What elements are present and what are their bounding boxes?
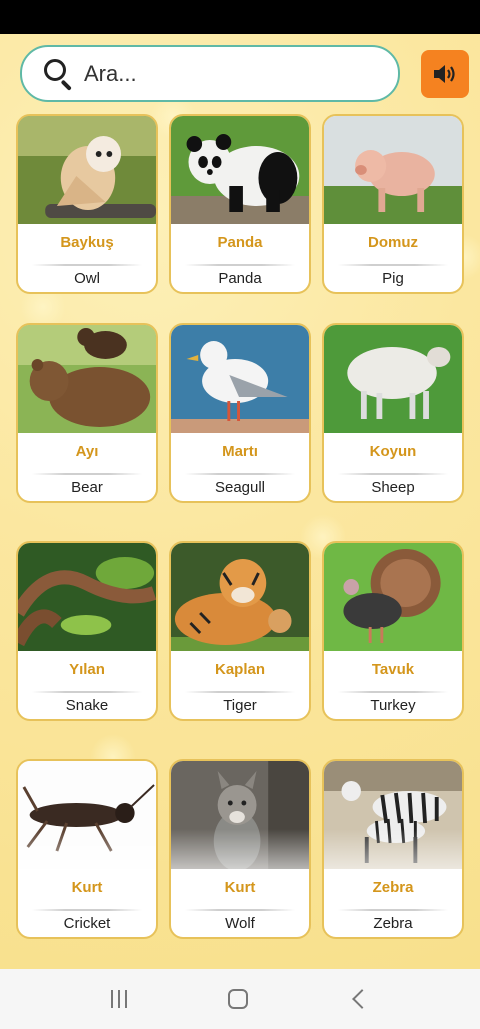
card-divider bbox=[185, 691, 295, 693]
card-wolf[interactable]: Kurt Wolf bbox=[169, 759, 311, 939]
zebra-image bbox=[324, 761, 462, 869]
recents-icon[interactable] bbox=[110, 990, 127, 1008]
card-tr-label: Panda bbox=[217, 234, 263, 251]
card-zebra[interactable]: Zebra Zebra bbox=[322, 759, 464, 939]
pig-image bbox=[324, 116, 462, 224]
search-icon bbox=[42, 57, 76, 91]
card-tr-label: Martı bbox=[222, 443, 258, 460]
card-divider bbox=[338, 264, 448, 266]
back-icon[interactable] bbox=[352, 989, 373, 1009]
bear-image bbox=[18, 325, 156, 433]
card-tr-label: Kurt bbox=[71, 879, 103, 896]
card-en-label: Pig bbox=[382, 270, 404, 287]
snake-image bbox=[18, 543, 156, 651]
card-en-label: Snake bbox=[65, 697, 109, 714]
card-divider bbox=[185, 264, 295, 266]
card-turkey[interactable]: Tavuk Turkey bbox=[322, 541, 464, 721]
card-owl[interactable]: Baykuş Owl bbox=[16, 114, 158, 294]
card-cricket[interactable]: Kurt Cricket bbox=[16, 759, 158, 939]
card-divider bbox=[338, 909, 448, 911]
card-sheep[interactable]: Koyun Sheep bbox=[322, 323, 464, 503]
card-snake[interactable]: Yılan Snake bbox=[16, 541, 158, 721]
card-divider bbox=[32, 909, 142, 911]
card-seagull[interactable]: Martı Seagull bbox=[169, 323, 311, 503]
sound-button[interactable] bbox=[421, 50, 469, 98]
card-en-label: Sheep bbox=[371, 479, 415, 496]
tiger-image bbox=[171, 543, 309, 651]
card-tr-label: Ayı bbox=[75, 443, 99, 460]
card-divider bbox=[32, 473, 142, 475]
panda-image bbox=[171, 116, 309, 224]
home-icon[interactable] bbox=[227, 989, 248, 1009]
card-en-label: Wolf bbox=[225, 915, 255, 932]
card-tr-label: Koyun bbox=[369, 443, 417, 460]
card-en-label: Seagull bbox=[214, 479, 266, 496]
card-tr-label: Baykuş bbox=[60, 234, 114, 251]
wolf-image bbox=[171, 761, 309, 869]
seagull-image bbox=[171, 325, 309, 433]
card-divider bbox=[32, 264, 142, 266]
card-divider bbox=[338, 473, 448, 475]
card-tr-label: Zebra bbox=[372, 879, 414, 896]
card-divider bbox=[185, 909, 295, 911]
card-tr-label: Yılan bbox=[69, 661, 105, 678]
card-en-label: Owl bbox=[74, 270, 100, 287]
search-placeholder: Ara... bbox=[84, 60, 137, 86]
navigation-bar bbox=[0, 969, 480, 1029]
sheep-image bbox=[324, 325, 462, 433]
cricket-image bbox=[18, 761, 156, 869]
card-tiger[interactable]: Kaplan Tiger bbox=[169, 541, 311, 721]
card-en-label: Tiger bbox=[223, 697, 257, 714]
card-tr-label: Tavuk bbox=[371, 661, 415, 678]
speaker-icon bbox=[434, 65, 455, 83]
card-tr-label: Domuz bbox=[368, 234, 418, 251]
card-panda[interactable]: Panda Panda bbox=[169, 114, 311, 294]
card-divider bbox=[338, 691, 448, 693]
card-tr-label: Kurt bbox=[224, 879, 256, 896]
card-divider bbox=[185, 473, 295, 475]
card-en-label: Turkey bbox=[370, 697, 416, 714]
card-pig[interactable]: Domuz Pig bbox=[322, 114, 464, 294]
turkey-image bbox=[324, 543, 462, 651]
card-divider bbox=[32, 691, 142, 693]
card-en-label: Panda bbox=[218, 270, 262, 287]
owl-image bbox=[18, 116, 156, 224]
card-bear[interactable]: Ayı Bear bbox=[16, 323, 158, 503]
card-tr-label: Kaplan bbox=[214, 661, 265, 678]
search-input[interactable]: Ara... bbox=[20, 45, 400, 102]
card-en-label: Zebra bbox=[373, 915, 413, 932]
animal-grid: Baykuş Owl Panda Panda Domuz Pig Ayı Bea… bbox=[0, 114, 480, 969]
status-bar bbox=[0, 0, 480, 34]
card-en-label: Bear bbox=[71, 479, 103, 496]
card-en-label: Cricket bbox=[63, 915, 111, 932]
